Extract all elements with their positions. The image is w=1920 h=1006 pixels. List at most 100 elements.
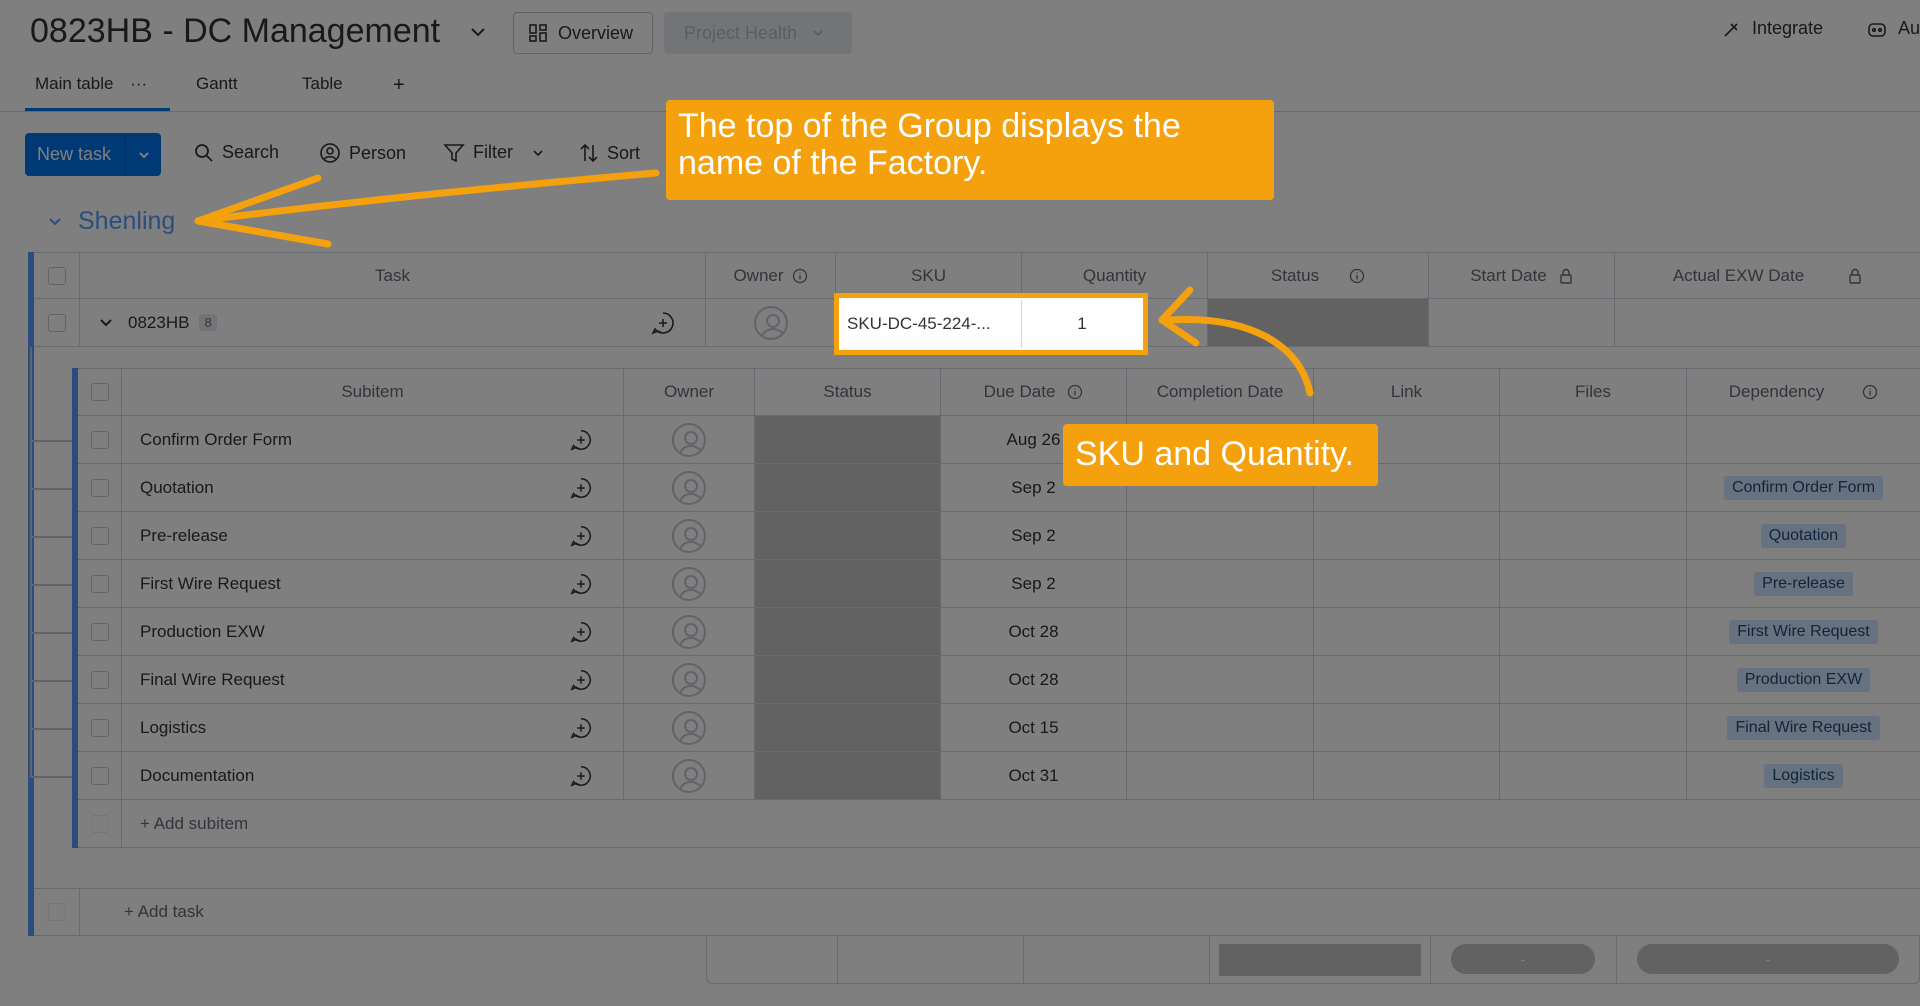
subitem-name[interactable]: Logistics [122,704,538,752]
integrate-button[interactable]: Integrate [1722,18,1823,39]
subitem-owner-cell[interactable] [624,608,755,656]
dependency-tag[interactable]: Final Wire Request [1727,715,1880,740]
subitem-completion-date[interactable] [1127,560,1314,608]
add-update-icon[interactable] [538,512,624,560]
dependency-tag[interactable]: Production EXW [1736,667,1871,692]
group-header[interactable]: Shenling [46,207,175,236]
add-update-icon[interactable] [538,656,624,704]
column-header-status[interactable]: Status [1208,252,1429,299]
subitem-header-completion-date[interactable]: Completion Date [1127,368,1314,416]
subitem-owner-cell[interactable] [624,752,755,800]
subitem-owner-cell[interactable] [624,416,755,464]
subitem-name[interactable]: Pre-release [122,512,538,560]
subitem-dependency-cell[interactable]: Pre-release [1687,560,1920,608]
subitem-name[interactable]: Documentation [122,752,538,800]
subitem-checkbox[interactable] [78,464,122,512]
tab-gantt[interactable]: Gantt [196,74,238,94]
task-row-checkbox[interactable] [34,299,80,347]
subitem-name[interactable]: Confirm Order Form [122,416,538,464]
subitem-due-date[interactable]: Sep 2 [941,512,1127,560]
chevron-down-icon[interactable] [98,315,114,331]
subitem-dependency-cell[interactable]: Production EXW [1687,656,1920,704]
chevron-down-icon[interactable] [46,213,64,231]
chevron-down-icon[interactable] [126,148,161,162]
subitem-status-cell[interactable] [755,416,941,464]
task-row[interactable]: 0823HB 8 [80,299,620,347]
add-update-icon[interactable] [538,416,624,464]
subitem-completion-date[interactable] [1127,656,1314,704]
subitem-files-cell[interactable] [1500,512,1687,560]
select-all-checkbox[interactable] [34,252,80,299]
subitem-dependency-cell[interactable]: Confirm Order Form [1687,464,1920,512]
more-icon[interactable]: ··· [130,74,147,93]
subitem-owner-cell[interactable] [624,464,755,512]
subitem-header-files[interactable]: Files [1500,368,1687,416]
board-title[interactable]: 0823HB - DC Management [30,12,440,51]
dependency-tag[interactable]: Confirm Order Form [1723,475,1884,500]
info-icon[interactable] [792,268,808,284]
overview-button[interactable]: Overview [513,12,653,54]
subitem-dependency-cell[interactable]: Final Wire Request [1687,704,1920,752]
subitem-dependency-cell[interactable]: First Wire Request [1687,608,1920,656]
subitem-completion-date[interactable] [1127,704,1314,752]
chevron-down-icon[interactable] [531,146,545,160]
tab-table[interactable]: Table [302,74,343,94]
subitem-owner-cell[interactable] [624,656,755,704]
exw-date-summary[interactable]: - [1637,944,1899,974]
task-status-cell[interactable] [1208,299,1429,347]
subitem-files-cell[interactable] [1500,560,1687,608]
subitem-header-due-date[interactable]: Due Date [941,368,1127,416]
subitem-link-cell[interactable] [1314,512,1500,560]
subitem-files-cell[interactable] [1500,416,1687,464]
subitem-files-cell[interactable] [1500,464,1687,512]
subitem-files-cell[interactable] [1500,608,1687,656]
sort-button[interactable]: Sort [579,142,640,164]
info-icon[interactable] [1862,384,1878,400]
subitem-due-date[interactable]: Oct 28 [941,656,1127,704]
subitem-link-cell[interactable] [1314,560,1500,608]
subitem-owner-cell[interactable] [624,704,755,752]
search-button[interactable]: Search [194,142,279,163]
subitem-name[interactable]: Quotation [122,464,538,512]
subitem-name[interactable]: Final Wire Request [122,656,538,704]
group-name[interactable]: Shenling [78,207,175,236]
start-date-summary[interactable]: - [1451,944,1595,974]
subitem-header-status[interactable]: Status [755,368,941,416]
subitem-completion-date[interactable] [1127,512,1314,560]
column-header-sku[interactable]: SKU [836,252,1022,299]
add-view-button[interactable]: + [393,74,405,97]
dependency-tag[interactable]: Logistics [1764,763,1843,788]
subitem-link-cell[interactable] [1314,608,1500,656]
subitem-status-cell[interactable] [755,752,941,800]
dependency-tag[interactable]: Quotation [1760,523,1847,548]
subitem-status-cell[interactable] [755,464,941,512]
task-exw-date-cell[interactable] [1615,299,1920,347]
task-name[interactable]: 0823HB [128,313,189,333]
subitem-due-date[interactable]: Oct 15 [941,704,1127,752]
add-update-icon[interactable] [538,752,624,800]
dependency-tag[interactable]: Pre-release [1754,571,1853,596]
subitem-dependency-cell[interactable]: Logistics [1687,752,1920,800]
subitem-dependency-cell[interactable]: Quotation [1687,512,1920,560]
subitem-completion-date[interactable] [1127,752,1314,800]
subitem-header-dependency[interactable]: Dependency [1687,368,1920,416]
info-icon[interactable] [1067,384,1083,400]
subitem-link-cell[interactable] [1314,704,1500,752]
chevron-down-icon[interactable] [468,22,488,42]
subitem-status-cell[interactable] [755,656,941,704]
subitem-checkbox[interactable] [78,560,122,608]
status-summary-bar[interactable] [1219,944,1421,976]
add-update-icon[interactable] [538,464,624,512]
subitem-status-cell[interactable] [755,704,941,752]
subitem-files-cell[interactable] [1500,752,1687,800]
dependency-tag[interactable]: First Wire Request [1729,619,1878,644]
add-update-icon[interactable] [538,704,624,752]
subitem-checkbox[interactable] [78,656,122,704]
automate-button[interactable]: Au [1866,18,1920,39]
task-start-date-cell[interactable] [1429,299,1615,347]
subitem-checkbox[interactable] [78,416,122,464]
task-owner-cell[interactable] [706,299,836,347]
subitem-checkbox[interactable] [78,512,122,560]
new-task-button[interactable]: New task [25,133,161,176]
subitem-status-cell[interactable] [755,560,941,608]
